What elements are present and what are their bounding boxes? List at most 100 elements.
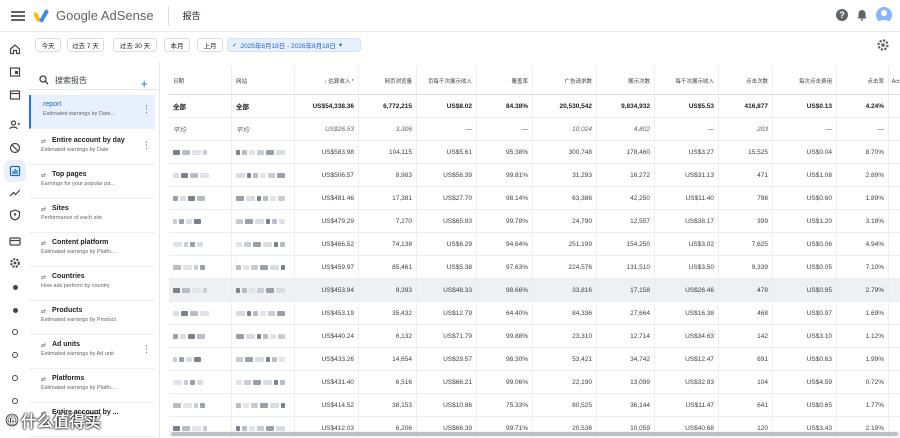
date-cell-redacted xyxy=(169,371,232,393)
watermark: 值 什么值得买 xyxy=(5,408,101,432)
rail-dot-icon[interactable] xyxy=(7,279,23,295)
redacted-pixelation xyxy=(173,379,203,385)
chip-today[interactable]: 今天 xyxy=(35,38,61,52)
chip-last-7-days[interactable]: 过去 7 天 xyxy=(67,38,104,52)
rail-circle-icon[interactable] xyxy=(7,370,23,386)
saved-report-item[interactable]: ⇄ Ad units Estimated earnings by Ad unit ⋮ xyxy=(29,335,155,369)
total-row[interactable]: 全部 全部 US$54,338.36 6,772,215 US$8.02 84.38% 20… xyxy=(169,95,900,118)
saved-report-item[interactable]: ⇄ Sites Performance of each site xyxy=(29,199,155,233)
policy-center-icon[interactable] xyxy=(7,207,23,223)
account-settings-icon[interactable] xyxy=(7,255,23,271)
redacted-pixelation xyxy=(236,172,285,178)
privacy-messaging-icon[interactable] xyxy=(7,117,23,133)
table-row[interactable]: US$433.26 14,654 US$29.57 98.30% 53,421 34,74… xyxy=(169,348,900,371)
chip-this-month[interactable]: 本月 xyxy=(164,38,190,52)
column-header[interactable]: Active View 可见率 xyxy=(889,66,900,94)
more-options-icon[interactable]: ⋮ xyxy=(142,141,151,150)
main-menu-icon[interactable] xyxy=(11,10,25,21)
column-header[interactable]: 页每千次展示收入 xyxy=(417,66,477,94)
home-icon[interactable] xyxy=(7,41,23,57)
table-cell: 9,834,932 xyxy=(597,95,655,117)
table-cell: 22,190 xyxy=(533,371,597,393)
chip-last-month[interactable]: 上月 xyxy=(197,38,223,52)
table-cell: 131,510 xyxy=(597,256,655,278)
saved-report-item[interactable]: ⇄ Countries How ads perform by country xyxy=(29,267,155,301)
more-options-icon[interactable]: ⋮ xyxy=(142,345,151,354)
column-header[interactable]: 展示次数 xyxy=(597,66,655,94)
table-cell: 224,576 xyxy=(533,256,597,278)
table-row[interactable]: US$414.52 38,153 US$10.86 75.33% 80,525 36,14… xyxy=(169,394,900,417)
redacted-pixelation xyxy=(236,287,285,293)
notifications-bell-icon[interactable] xyxy=(856,9,868,21)
rail-dot-icon[interactable] xyxy=(7,302,23,318)
sites-icon[interactable] xyxy=(7,87,23,103)
table-row[interactable]: US$506.57 8,983 US$56.39 99.81% 31,293 16,272… xyxy=(169,164,900,187)
column-header[interactable]: 点击次数 xyxy=(719,66,773,94)
adsense-logo[interactable]: Google AdSense xyxy=(34,8,154,23)
column-header[interactable]: 每次点击费用 xyxy=(773,66,837,94)
table-row[interactable]: US$440.24 6,132 US$71.79 99.88% 23,310 12,714… xyxy=(169,325,900,348)
date-cell-redacted xyxy=(169,348,232,370)
column-header[interactable]: ↓ 估算收入 * xyxy=(295,66,359,94)
scrollbar-thumb[interactable] xyxy=(171,432,898,436)
table-row[interactable]: US$459.97 85,461 US$5.38 97.63% 224,576 131,5… xyxy=(169,256,900,279)
column-header[interactable]: 广告请求数 xyxy=(533,66,597,94)
column-header[interactable]: 点击率 xyxy=(837,66,889,94)
table-row[interactable]: US$453.19 35,432 US$12.79 64.40% 84,336 27,66… xyxy=(169,302,900,325)
rail-circle-icon[interactable] xyxy=(7,324,23,340)
saved-report-item[interactable]: ⇄ Content platform Estimated earnings by P… xyxy=(29,233,155,267)
table-cell: US$54,338.36 xyxy=(295,95,359,117)
table-row[interactable]: US$583.98 104,115 US$5.61 95.38% 300,748 178,… xyxy=(169,141,900,164)
column-header[interactable]: 网站 xyxy=(232,66,295,94)
column-header[interactable]: 覆盖率 xyxy=(477,66,533,94)
site-cell-redacted xyxy=(232,233,295,255)
average-row[interactable]: 平均平均US$26.533,306——10,0244,802—203——— xyxy=(169,118,900,141)
reports-icon[interactable] xyxy=(4,160,26,182)
payments-icon[interactable] xyxy=(7,233,23,249)
saved-report-item[interactable]: ⇄ Products Estimated earnings by Product xyxy=(29,301,155,335)
column-header[interactable]: 每千次展示收入 xyxy=(655,66,719,94)
table-cell: US$506.57 xyxy=(295,164,359,186)
table-row[interactable]: US$431.40 6,516 US$66.21 99.06% 22,190 13,099… xyxy=(169,371,900,394)
table-row[interactable]: US$479.29 7,270 US$65.93 99.78% 24,790 12,557… xyxy=(169,210,900,233)
optimization-icon[interactable] xyxy=(7,185,23,201)
table-cell: — xyxy=(889,118,900,140)
redacted-pixelation xyxy=(173,356,201,362)
chip-last-30-days[interactable]: 过去 30 天 xyxy=(113,38,157,52)
table-cell: 104 xyxy=(719,371,773,393)
table-cell: 1.77% xyxy=(837,394,889,416)
more-options-icon[interactable]: ⋮ xyxy=(142,105,151,114)
blocking-controls-icon[interactable] xyxy=(7,140,23,156)
table-horizontal-scrollbar[interactable] xyxy=(169,431,900,437)
help-icon[interactable]: ? xyxy=(836,9,848,21)
redacted-pixelation xyxy=(236,310,285,316)
saved-report-description: Estimated earnings by Product xyxy=(41,317,116,323)
rail-circle-icon[interactable] xyxy=(7,347,23,363)
date-cell-redacted xyxy=(169,164,232,186)
redacted-pixelation xyxy=(173,149,207,155)
table-row[interactable]: US$453.94 9,393 US$48.33 98.66% 33,816 17,158… xyxy=(169,279,900,302)
date-range-picker[interactable]: ✓ 2025年8月18日 - 2026年8月18日 ▾ xyxy=(227,38,361,52)
saved-report-name: Top pages xyxy=(52,171,87,178)
table-row[interactable]: US$466.52 74,138 US$6.29 94.64% 251,199 154,2… xyxy=(169,233,900,256)
saved-report-item[interactable]: report Estimated earnings by Date... ⋮ xyxy=(29,95,155,129)
ads-icon[interactable] xyxy=(7,64,23,80)
report-type-icon: ⇄ xyxy=(41,139,47,145)
saved-report-item[interactable]: ⇄ Entire account by day Estimated earnings… xyxy=(29,131,155,165)
account-avatar[interactable] xyxy=(876,7,892,23)
table-cell: 85,461 xyxy=(359,256,417,278)
settings-gear-icon[interactable] xyxy=(876,38,890,52)
saved-report-item[interactable]: ⇄ Platforms Estimated earnings by Platfo..… xyxy=(29,369,155,403)
column-header[interactable]: 日期 xyxy=(169,66,232,94)
check-icon: ✓ xyxy=(232,42,238,49)
table-row[interactable]: US$481.46 17,381 US$27.70 98.14% 63,386 42,25… xyxy=(169,187,900,210)
column-header[interactable]: 网页浏览量 xyxy=(359,66,417,94)
svg-text:值: 值 xyxy=(8,415,16,425)
table-cell: 31,293 xyxy=(533,164,597,186)
rail-circle-icon[interactable] xyxy=(7,393,23,409)
redacted-pixelation xyxy=(173,195,205,201)
report-search[interactable]: 搜索报告 + xyxy=(39,72,154,90)
table-cell: 12,714 xyxy=(597,325,655,347)
saved-report-item[interactable]: ⇄ Top pages Earnings for your popular pa..… xyxy=(29,165,155,199)
table-cell: 23,310 xyxy=(533,325,597,347)
